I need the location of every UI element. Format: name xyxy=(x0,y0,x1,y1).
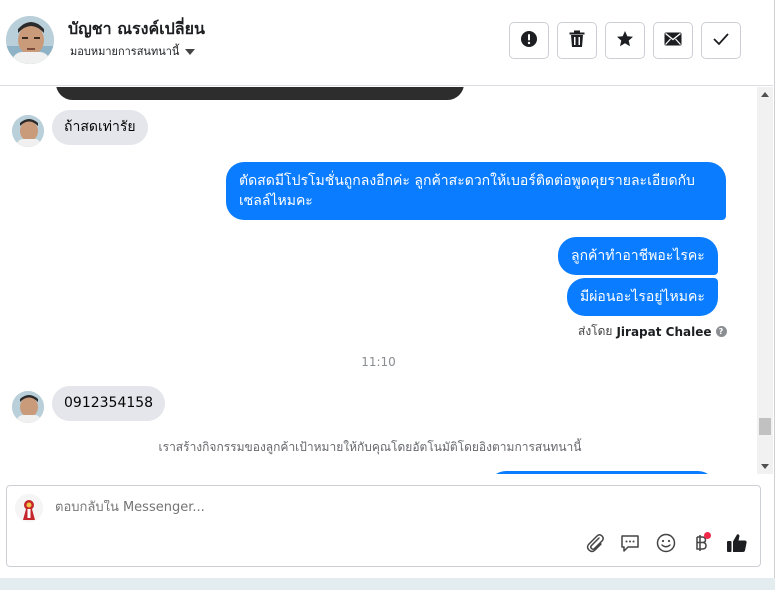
sender-avatar[interactable] xyxy=(12,115,44,147)
sender-avatar[interactable] xyxy=(12,391,44,423)
alert-icon xyxy=(520,30,538,52)
reply-input[interactable] xyxy=(55,500,655,515)
scroll-up-arrow-icon[interactable] xyxy=(761,92,769,97)
contact-avatar[interactable] xyxy=(6,16,54,64)
outgoing-message[interactable]: ตัดสดมีโปรโมชั่นถูกลงอีกค่ะ ลูกค้าสะดวกใ… xyxy=(226,162,726,220)
paperclip-icon xyxy=(585,533,605,557)
footer-strip xyxy=(0,578,775,590)
saved-reply-icon xyxy=(620,533,640,557)
attach-button[interactable] xyxy=(583,533,607,557)
notification-dot xyxy=(704,532,711,539)
reply-composer[interactable] xyxy=(6,485,761,567)
scroll-down-arrow-icon[interactable] xyxy=(761,464,769,469)
like-button[interactable] xyxy=(725,533,749,557)
sent-by-prefix: ส่งโดย xyxy=(578,324,613,338)
sent-by-label: ส่งโดย Jirapat Chalee ? xyxy=(578,322,727,341)
incoming-message[interactable]: ถ้าสดเท่ารัย xyxy=(52,110,148,145)
baht-icon xyxy=(693,532,711,557)
messenger-conversation-panel: บัญชา ณรงค์เปลี่ยน มอบหมายการสนทนานี้ ถ้… xyxy=(0,0,775,590)
previous-message-bubble xyxy=(56,87,464,100)
conversation-header: บัญชา ณรงค์เปลี่ยน มอบหมายการสนทนานี้ xyxy=(0,0,773,86)
emoji-button[interactable] xyxy=(654,533,678,557)
time-divider: 11:10 xyxy=(361,355,396,369)
star-button[interactable] xyxy=(605,22,645,59)
payment-button[interactable] xyxy=(689,532,713,557)
mark-done-button[interactable] xyxy=(701,22,741,59)
assign-label: มอบหมายการสนทนานี้ xyxy=(70,45,180,58)
saved-reply-button[interactable] xyxy=(618,533,642,557)
incoming-message[interactable]: 0912354158 xyxy=(52,386,166,421)
mark-unread-button[interactable] xyxy=(653,22,693,59)
chevron-down-icon xyxy=(185,48,196,55)
mark-spam-button[interactable] xyxy=(509,22,549,59)
contact-name[interactable]: บัญชา ณรงค์เปลี่ยน xyxy=(68,17,205,42)
thumbs-up-icon xyxy=(726,532,748,558)
check-icon xyxy=(712,31,730,50)
mail-icon xyxy=(664,31,682,50)
trash-icon xyxy=(569,30,585,52)
delete-button[interactable] xyxy=(557,22,597,59)
composer-area xyxy=(0,474,773,578)
scrollbar-thumb[interactable] xyxy=(759,418,771,435)
sent-by-name: Jirapat Chalee xyxy=(616,324,712,339)
assign-conversation-dropdown[interactable]: มอบหมายการสนทนานี้ xyxy=(70,42,196,60)
help-icon[interactable]: ? xyxy=(715,326,727,337)
emoji-icon xyxy=(656,533,676,557)
star-icon xyxy=(616,30,634,52)
outgoing-message[interactable]: ลูกค้าทำอาชีพอะไรคะ xyxy=(558,237,718,275)
system-note: เราสร้างกิจกรรมของลูกค้าเป้าหมายให้กับคุ… xyxy=(158,440,582,454)
page-avatar xyxy=(15,494,43,522)
thread-scrollbar[interactable] xyxy=(757,87,773,474)
outgoing-message[interactable]: มีผ่อนอะไรอยู่ไหมคะ xyxy=(567,278,718,316)
message-thread[interactable]: ถ้าสดเท่ารัย ตัดสดมีโปรโมชั่นถูกลงอีกค่ะ… xyxy=(0,87,757,474)
